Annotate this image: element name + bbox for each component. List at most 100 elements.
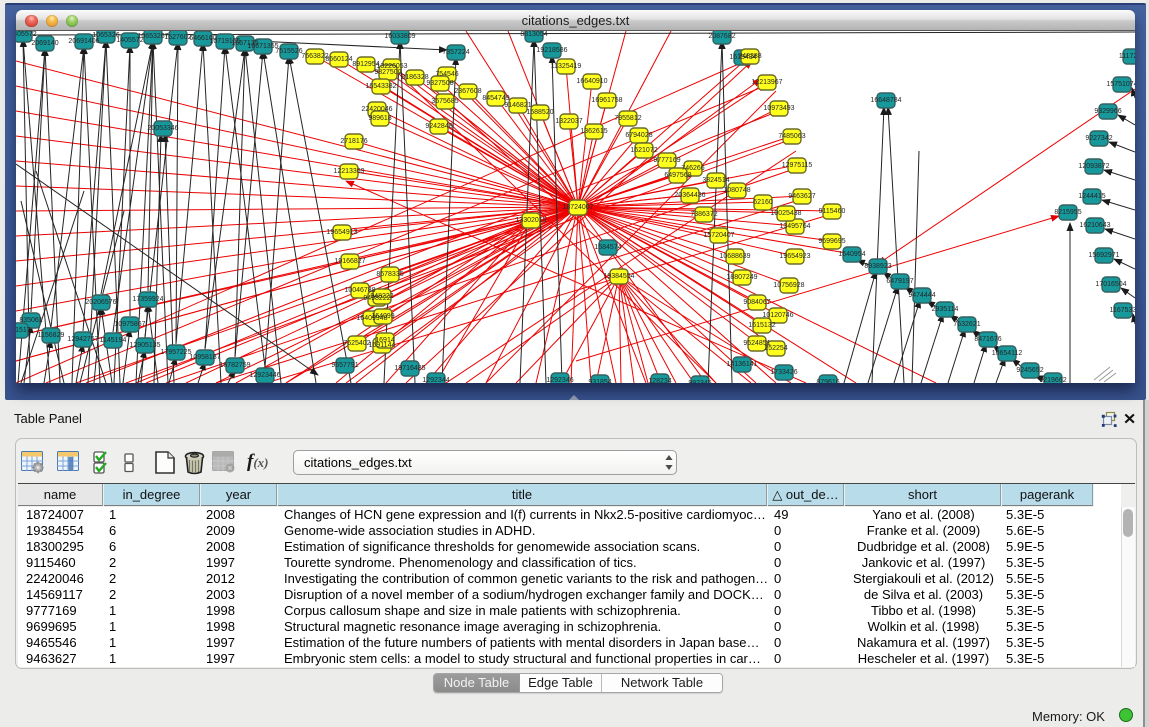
svg-text:10688639: 10688639 (719, 253, 750, 260)
svg-text:9227342: 9227342 (1085, 135, 1112, 142)
svg-text:1588520: 1588520 (526, 109, 553, 116)
svg-text:1145194: 1145194 (100, 337, 127, 344)
svg-text:8215955: 8215955 (1054, 209, 1081, 216)
svg-text:8660124: 8660124 (325, 56, 352, 63)
svg-text:11325419: 11325419 (551, 63, 582, 70)
svg-text:8454749: 8454749 (482, 95, 509, 102)
svg-text:9084067: 9084067 (743, 299, 770, 306)
svg-text:2087682: 2087682 (708, 33, 735, 40)
svg-text:391517: 391517 (16, 327, 31, 334)
svg-text:7357224: 7357224 (442, 49, 469, 56)
svg-text:12942757: 12942757 (67, 336, 98, 343)
svg-text:992345: 992345 (688, 380, 711, 383)
svg-text:3675685: 3675685 (431, 98, 458, 105)
svg-text:18807249: 18807249 (726, 274, 757, 281)
svg-text:15692971: 15692971 (1088, 252, 1119, 259)
svg-text:16782759: 16782759 (219, 362, 250, 369)
svg-text:1621072: 1621072 (630, 147, 657, 154)
svg-text:20053346: 20053346 (147, 125, 178, 132)
svg-text:8186328: 8186328 (401, 74, 428, 81)
svg-text:15720407: 15720407 (703, 232, 734, 239)
svg-text:1405572: 1405572 (16, 31, 37, 38)
svg-text:20364436: 20364436 (674, 192, 705, 199)
svg-text:931854: 931854 (588, 379, 611, 383)
svg-text:746266: 746266 (681, 165, 704, 172)
svg-text:12905135: 12905135 (129, 342, 160, 349)
svg-text:6497568: 6497568 (664, 172, 691, 179)
svg-text:1362615: 1362615 (580, 128, 607, 135)
svg-text:9146821: 9146821 (504, 102, 531, 109)
svg-text:10975867: 10975867 (114, 321, 145, 328)
svg-text:948222: 948222 (370, 293, 393, 300)
svg-text:16640910: 16640910 (576, 78, 607, 85)
svg-text:9327508: 9327508 (426, 80, 453, 87)
svg-text:1322037: 1322037 (555, 118, 582, 125)
svg-text:10973493: 10973493 (763, 105, 794, 112)
svg-text:1292344: 1292344 (422, 377, 449, 383)
svg-text:18724007: 18724007 (562, 204, 593, 211)
svg-text:16671355: 16671355 (247, 43, 278, 50)
svg-text:2935114: 2935114 (932, 306, 959, 313)
svg-text:1167533: 1167533 (1110, 307, 1135, 314)
svg-text:12093872: 12093872 (1078, 163, 1109, 170)
svg-text:16033809: 16033809 (384, 33, 415, 40)
svg-text:15751074: 15751074 (1106, 81, 1135, 88)
svg-text:13302015: 13302015 (515, 217, 546, 224)
svg-text:9242848: 9242848 (425, 123, 452, 130)
svg-text:1615132: 1615132 (748, 322, 775, 329)
svg-text:6479197: 6479197 (886, 278, 913, 285)
svg-text:17359924: 17359924 (132, 296, 163, 303)
svg-text:748388: 748388 (738, 53, 761, 60)
svg-text:9657791: 9657791 (331, 362, 358, 369)
svg-text:9777169: 9777169 (653, 157, 680, 164)
svg-text:16961758: 16961758 (591, 97, 622, 104)
svg-text:19716485: 19716485 (394, 365, 425, 372)
svg-text:8471676: 8471676 (974, 336, 1001, 343)
svg-text:1527602: 1527602 (164, 34, 191, 41)
svg-text:19166827: 19166827 (334, 258, 365, 265)
svg-text:1117261: 1117261 (1119, 53, 1135, 60)
svg-text:10958187: 10958187 (189, 354, 220, 361)
svg-text:7625402: 7625402 (343, 340, 370, 347)
svg-text:3824514: 3824514 (702, 177, 729, 184)
svg-text:10756928: 10756928 (773, 282, 804, 289)
svg-text:19384554: 19384554 (603, 273, 634, 280)
svg-text:9463627: 9463627 (788, 193, 815, 200)
svg-text:2069140: 2069140 (31, 40, 58, 47)
svg-text:9329966: 9329966 (1094, 108, 1121, 115)
svg-text:19218586: 19218586 (536, 47, 567, 54)
svg-text:8938923: 8938923 (864, 263, 891, 270)
svg-text:1292346: 1292346 (546, 377, 573, 383)
svg-text:12975115: 12975115 (782, 162, 813, 169)
svg-text:7386372: 7386372 (690, 211, 717, 218)
svg-text:1156829: 1156829 (38, 332, 65, 339)
svg-text:14136141: 14136141 (726, 361, 757, 368)
svg-text:128234: 128234 (648, 378, 671, 383)
svg-text:7485063: 7485063 (778, 133, 805, 140)
svg-text:989618: 989618 (368, 115, 391, 122)
svg-text:16543382: 16543382 (365, 83, 396, 90)
svg-text:835061: 835061 (19, 317, 42, 324)
svg-text:16210643: 16210643 (1079, 222, 1110, 229)
svg-text:9245652: 9245652 (1016, 367, 1043, 374)
svg-text:12213369: 12213369 (333, 168, 364, 175)
svg-text:9827500: 9827500 (374, 69, 401, 76)
svg-text:7955812: 7955812 (614, 115, 641, 122)
svg-text:9474444: 9474444 (908, 292, 935, 299)
svg-text:754546: 754546 (435, 71, 458, 78)
svg-text:1244415: 1244415 (1078, 193, 1105, 200)
svg-text:8678335: 8678335 (376, 271, 403, 278)
svg-text:13495764: 13495764 (779, 223, 810, 230)
svg-text:252254: 252254 (764, 345, 787, 352)
svg-text:9699695: 9699695 (818, 238, 845, 245)
svg-text:7515526: 7515526 (275, 48, 302, 55)
svg-text:20691406: 20691406 (68, 38, 99, 45)
svg-text:879616: 879616 (816, 379, 839, 383)
svg-text:1640954: 1640954 (838, 251, 865, 258)
svg-text:16648784: 16648784 (870, 97, 901, 104)
svg-text:7632621: 7632621 (953, 321, 980, 328)
svg-text:17957225: 17957225 (160, 349, 191, 356)
svg-text:8813054: 8813054 (520, 31, 547, 38)
svg-text:6794028: 6794028 (625, 132, 652, 139)
svg-text:1584574: 1584574 (594, 244, 621, 251)
